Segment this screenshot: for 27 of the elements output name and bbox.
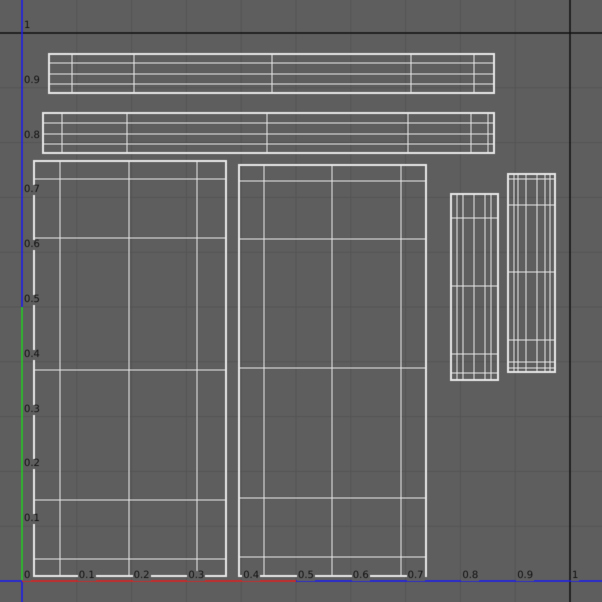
u-axis-label: 0.2	[132, 571, 150, 581]
u-axis-label: 0.9	[516, 571, 534, 581]
uv-shell-drawing[interactable]	[42, 112, 495, 154]
u-axis-label: 0.1	[78, 571, 96, 581]
v-axis-label: 0.8	[23, 130, 41, 141]
v-axis-label: 0.1	[23, 514, 41, 524]
u-axis-label: 0.5	[297, 571, 315, 581]
v-axis-label: 0.4	[23, 350, 41, 360]
u-axis-label: 0.6	[352, 571, 370, 581]
uv-editor-canvas[interactable]: 0 0.1 0.2 0.3 0.4 0.5 0.6 0.7 0.8 0.9 1 1 0.9 0.8 0.7 0.6 0.5 0.4 0.3 0.2 0.1	[0, 0, 602, 602]
v-axis-label: 0.9	[23, 76, 41, 86]
v-axis-label: 0.2	[23, 459, 41, 470]
v-axis-label: 0.6	[23, 240, 41, 250]
u-axis-label: 0.3	[187, 571, 206, 581]
uv-shell-drawing[interactable]	[48, 53, 495, 94]
u-axis-label: 1	[571, 571, 580, 581]
v-axis-label: 1	[23, 21, 32, 31]
u-axis-label: 0.8	[461, 571, 480, 581]
origin-label: 0	[23, 571, 32, 581]
u-axis-label: 0.4	[242, 571, 260, 581]
u-axis-label: 0.7	[406, 571, 424, 581]
uv-shell-drawing[interactable]	[450, 193, 499, 381]
uv-shell-drawing[interactable]	[238, 164, 427, 577]
v-axis-label: 0.3	[23, 404, 41, 415]
v-axis-label: 0.5	[23, 295, 41, 305]
v-axis-label: 0.7	[23, 185, 41, 196]
uv-shell-drawing[interactable]	[507, 173, 556, 373]
